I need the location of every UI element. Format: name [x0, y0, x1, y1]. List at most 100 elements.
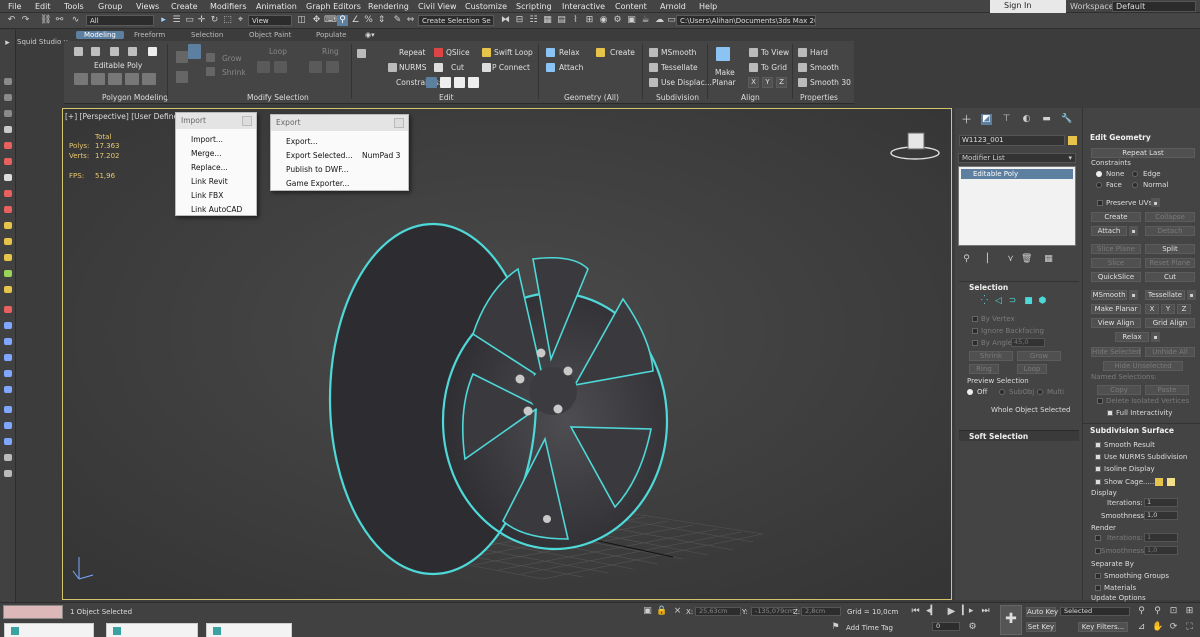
time-configuration-icon[interactable]: ⚙: [967, 622, 978, 633]
ribbon-toggle-icon[interactable]: ▤: [556, 15, 567, 26]
by-vertex-checkbox[interactable]: [972, 316, 978, 322]
editable-poly-icon[interactable]: [148, 47, 157, 56]
sort-icon[interactable]: [4, 110, 12, 117]
by-angle-checkbox[interactable]: [972, 340, 978, 346]
shrink-icon[interactable]: [206, 67, 215, 76]
helpers-icon[interactable]: [4, 206, 12, 213]
toggle-scene-explorer-icon[interactable]: ☷: [528, 15, 539, 26]
spacewarps-icon[interactable]: [4, 222, 12, 229]
maxscript-listener[interactable]: [3, 605, 63, 619]
rectangular-selection-icon[interactable]: ▭: [184, 15, 195, 26]
relax-settings-icon[interactable]: ▪: [1151, 332, 1160, 342]
frozen-icon[interactable]: [4, 322, 12, 329]
unlink-icon[interactable]: ⚯: [54, 15, 65, 26]
make-planar-button[interactable]: Make Planar: [1091, 304, 1141, 314]
full-interactivity-checkbox[interactable]: [1107, 410, 1113, 416]
menu-help[interactable]: Help: [699, 2, 717, 11]
to-grid-button[interactable]: To Grid: [761, 63, 787, 72]
pivot-icon[interactable]: ◫: [296, 15, 307, 26]
edit-group[interactable]: Edit: [439, 93, 454, 102]
use-displace-button[interactable]: Use Displac...: [661, 78, 712, 87]
align-y-button[interactable]: Y: [762, 77, 773, 88]
constraint-normal-icon[interactable]: [468, 77, 479, 88]
create-tab-icon[interactable]: ＋: [961, 114, 972, 125]
schematic-view-icon[interactable]: ⊞: [584, 15, 595, 26]
menu-item-link-fbx[interactable]: Link FBX: [191, 191, 223, 200]
vertex-subobject-icon[interactable]: ⁛: [979, 296, 990, 307]
ring-shrink-icon[interactable]: [309, 61, 322, 73]
render-in-cloud-icon[interactable]: ☁: [654, 15, 665, 26]
isolate-selection-icon[interactable]: [4, 422, 12, 429]
time-tag-icon[interactable]: ⚑: [830, 622, 841, 633]
align-group[interactable]: Align: [741, 93, 760, 102]
menu-file[interactable]: File: [8, 2, 21, 11]
swift-loop-icon[interactable]: [482, 48, 491, 57]
stack-item-editable-poly[interactable]: Editable Poly: [961, 169, 1073, 179]
zoom-extents-all-icon[interactable]: ⊞: [1184, 606, 1195, 617]
constraint-normal-radio[interactable]: [1132, 182, 1138, 188]
hard-icon[interactable]: [798, 48, 807, 57]
modify-selection-group[interactable]: Modify Selection: [247, 93, 309, 102]
select-manipulate-icon[interactable]: ✥: [311, 15, 322, 26]
display-iterations-spinner[interactable]: 1: [1144, 498, 1178, 507]
cage-selection-color-swatch[interactable]: [1167, 478, 1175, 486]
render-iterations-spinner[interactable]: 1: [1144, 533, 1178, 542]
detach-button[interactable]: Detach: [1145, 226, 1195, 236]
repeat-button[interactable]: Repeat: [399, 48, 425, 57]
taskbar-window-2[interactable]: [106, 623, 198, 637]
select-by-name-icon[interactable]: ☰: [171, 15, 182, 26]
remove-modifier-icon[interactable]: 🗑: [1021, 254, 1032, 265]
to-view-button[interactable]: To View: [761, 48, 789, 57]
display-tab-icon[interactable]: ▬: [1041, 114, 1052, 125]
key-filters-button[interactable]: Key Filters...: [1078, 622, 1128, 632]
paste-button[interactable]: Paste: [1145, 385, 1189, 395]
menu-arnold[interactable]: Arnold: [660, 2, 686, 11]
relax-button[interactable]: Relax: [559, 48, 580, 57]
menu-item-export[interactable]: Export...: [286, 137, 318, 146]
quickslice-button[interactable]: QuickSlice: [1091, 272, 1141, 282]
zoom-all-icon[interactable]: ⚲: [1152, 606, 1163, 617]
attach-button[interactable]: Attach: [559, 63, 583, 72]
sign-in-button[interactable]: Sign In: [990, 0, 1066, 13]
hide-unselected-button[interactable]: Hide Unselected: [1103, 361, 1183, 371]
align-x-button[interactable]: X: [748, 77, 759, 88]
selection-rollout-title[interactable]: Selection: [969, 283, 1008, 292]
particles-icon[interactable]: [4, 270, 12, 277]
msmooth-icon[interactable]: [649, 48, 658, 57]
constraint-none-icon[interactable]: [426, 77, 437, 88]
tab-object-paint[interactable]: Object Paint: [249, 31, 291, 39]
filter-icon[interactable]: [4, 370, 12, 377]
object-color-swatch[interactable]: [1068, 136, 1077, 145]
close-icon[interactable]: [242, 116, 252, 126]
scene-explorer-icon[interactable]: [4, 78, 12, 85]
nurms-icon[interactable]: [388, 63, 397, 72]
menu-customize[interactable]: Customize: [465, 2, 507, 11]
preview-multi-radio[interactable]: [1037, 389, 1043, 395]
planar-z-button[interactable]: Z: [1177, 304, 1191, 314]
shrink-button[interactable]: Shrink: [969, 351, 1013, 361]
cut-button[interactable]: Cut: [1145, 272, 1195, 282]
create-button[interactable]: Create: [1091, 212, 1141, 222]
isolate-icon[interactable]: [4, 406, 12, 413]
material-editor-icon[interactable]: ◉: [598, 15, 609, 26]
selection-filter-dropdown[interactable]: All: [86, 15, 154, 26]
menu-content[interactable]: Content: [615, 2, 647, 11]
menu-rendering[interactable]: Rendering: [368, 2, 409, 11]
object-name-field[interactable]: W1123_001: [959, 135, 1065, 146]
scale-icon[interactable]: ⬚: [222, 15, 233, 26]
sync-icon[interactable]: [4, 470, 12, 477]
isoline-display-checkbox[interactable]: [1095, 466, 1101, 472]
set-key-mode-icon[interactable]: ✚: [1000, 605, 1022, 635]
polygon-subobject-icon[interactable]: ■: [1023, 296, 1034, 307]
properties-group[interactable]: Properties: [800, 93, 838, 102]
copy-button[interactable]: Copy: [1097, 385, 1141, 395]
mirror-tool-icon[interactable]: ⧓: [500, 15, 511, 26]
find-icon[interactable]: [4, 438, 12, 445]
angle-snap-icon[interactable]: ∠: [350, 15, 361, 26]
subdivision-group[interactable]: Subdivision: [656, 93, 699, 102]
create-button[interactable]: Create: [610, 48, 635, 57]
shapes-icon[interactable]: [4, 158, 12, 165]
constraint-edge-radio[interactable]: [1132, 171, 1138, 177]
play-icon[interactable]: ▶: [946, 606, 957, 617]
by-vertex-icon[interactable]: [188, 44, 201, 59]
